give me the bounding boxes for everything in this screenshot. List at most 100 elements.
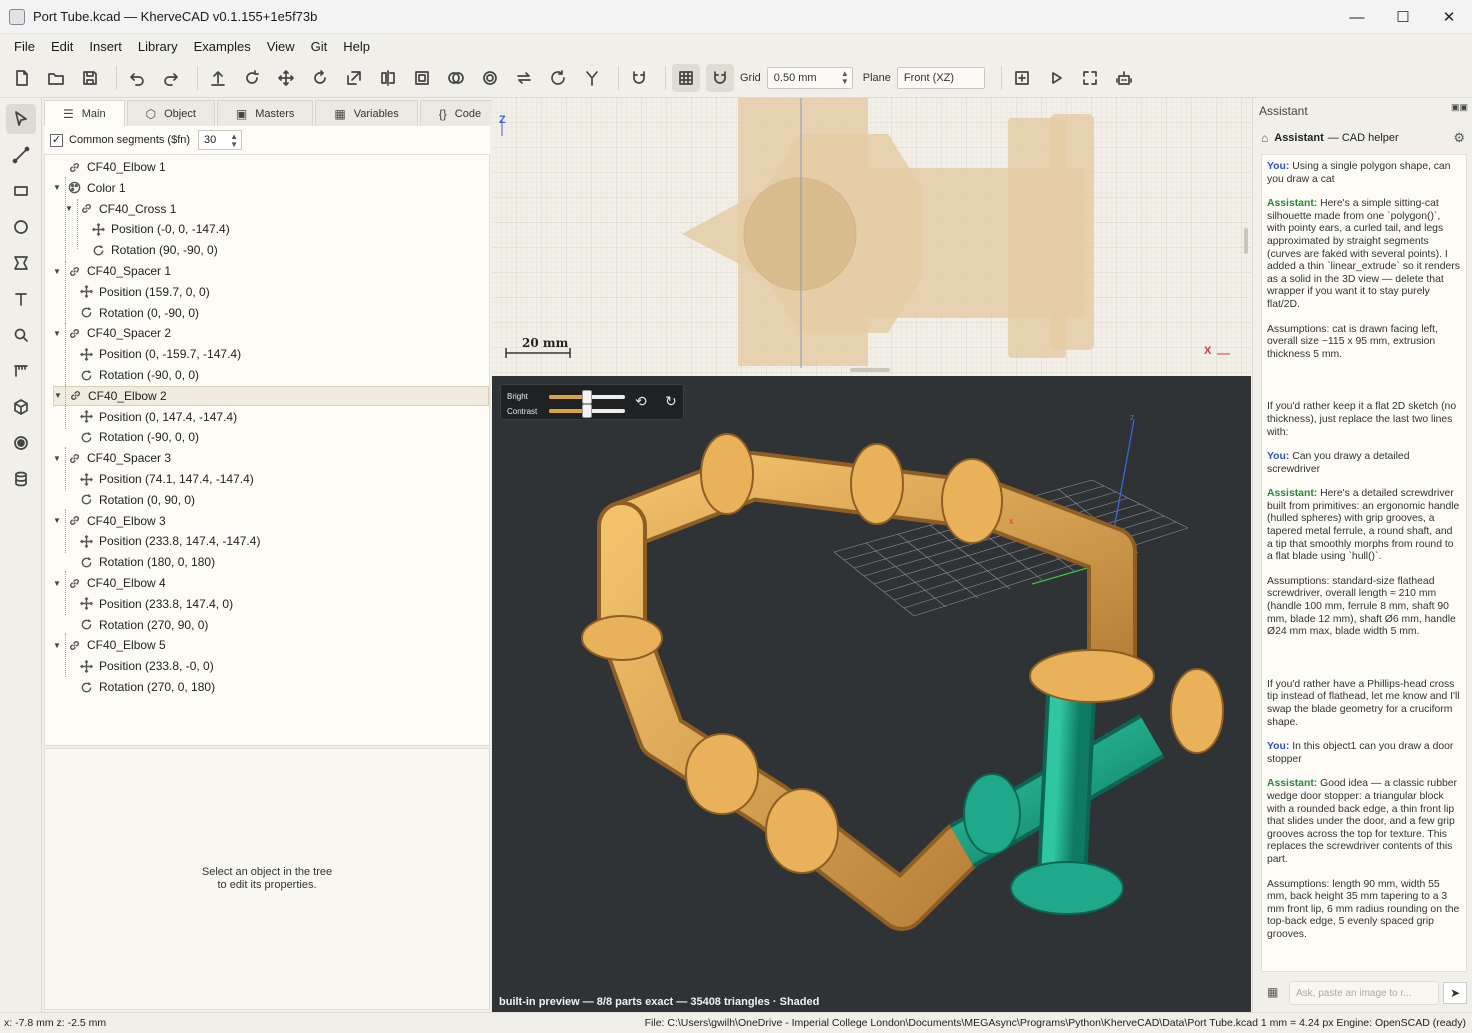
sketch-view-2d[interactable]: Z 20 mm X bbox=[492, 98, 1251, 376]
scale-tool-button[interactable] bbox=[340, 64, 368, 92]
bright-slider[interactable] bbox=[549, 390, 625, 404]
refresh-button[interactable] bbox=[544, 64, 572, 92]
reset-view-icon[interactable]: ⟲ bbox=[635, 393, 647, 410]
plane-select[interactable]: Front (XZ) bbox=[896, 66, 985, 89]
tree-item[interactable]: Position (233.8, 147.4, -147.4) bbox=[65, 531, 260, 551]
circle-tool-button[interactable] bbox=[6, 212, 36, 242]
tree-item[interactable]: Rotation (270, 0, 180) bbox=[65, 677, 215, 697]
expand-arrow-icon[interactable]: ▼ bbox=[53, 579, 63, 588]
expand-arrow-icon[interactable]: ▼ bbox=[65, 204, 75, 213]
tree-item[interactable]: ▼ CF40_Elbow 2 bbox=[53, 385, 489, 406]
gear-icon[interactable]: ⚙ bbox=[1453, 130, 1465, 146]
menu-file[interactable]: File bbox=[6, 39, 43, 54]
tree-item[interactable]: Rotation (-90, 0, 0) bbox=[65, 365, 199, 385]
menu-examples[interactable]: Examples bbox=[186, 39, 259, 54]
assistant-button[interactable] bbox=[1110, 64, 1138, 92]
expand-arrow-icon[interactable]: ▼ bbox=[53, 183, 63, 192]
tree-item[interactable]: Position (0, -159.7, -147.4) bbox=[65, 344, 241, 364]
segments-checkbox[interactable]: ✓ bbox=[50, 133, 63, 147]
tab-object[interactable]: ⬡ Object bbox=[126, 100, 215, 126]
tree-item[interactable]: Rotation (90, -90, 0) bbox=[77, 240, 218, 260]
minimize-button[interactable]: — bbox=[1334, 0, 1380, 34]
viewport-3d[interactable]: z x Bright Contrast ⟲ ↻ built-in preview… bbox=[492, 376, 1251, 1012]
redo-button[interactable] bbox=[157, 64, 185, 92]
menu-help[interactable]: Help bbox=[335, 39, 378, 54]
bright-slider-handle[interactable] bbox=[582, 390, 592, 404]
contrast-slider[interactable] bbox=[549, 404, 625, 418]
expand-arrow-icon[interactable]: ▼ bbox=[53, 641, 63, 650]
tree-item[interactable]: Position (0, 147.4, -147.4) bbox=[65, 407, 237, 427]
menu-library[interactable]: Library bbox=[130, 39, 186, 54]
text-tool-button[interactable] bbox=[6, 284, 36, 314]
tree-item[interactable]: Rotation (0, -90, 0) bbox=[65, 303, 199, 323]
new-file-button[interactable] bbox=[8, 64, 36, 92]
expand-arrow-icon[interactable]: ▼ bbox=[53, 329, 63, 338]
tree-item[interactable]: Rotation (0, 90, 0) bbox=[65, 490, 195, 510]
tree-item[interactable]: Position (233.8, 147.4, 0) bbox=[65, 594, 233, 614]
mirror-tool-button[interactable] bbox=[374, 64, 402, 92]
expand-arrow-icon[interactable]: ▼ bbox=[54, 391, 64, 400]
segments-input[interactable]: 30 ▲ ▼ bbox=[198, 130, 243, 150]
tree-item[interactable]: Position (159.7, 0, 0) bbox=[65, 282, 210, 302]
contrast-slider-handle[interactable] bbox=[582, 404, 592, 418]
tree-item[interactable]: ▼ CF40_Spacer 1 bbox=[53, 261, 171, 281]
grid-toggle-button[interactable] bbox=[672, 63, 700, 92]
tree-item[interactable]: ▼ CF40_Spacer 2 bbox=[53, 323, 171, 343]
menu-view[interactable]: View bbox=[259, 39, 303, 54]
tree-item[interactable]: Position (233.8, -0, 0) bbox=[65, 656, 214, 676]
chat-input[interactable]: Ask, paste an image to r... bbox=[1289, 981, 1440, 1005]
repeat-button[interactable] bbox=[510, 64, 538, 92]
ruler-tool-button[interactable] bbox=[6, 356, 36, 386]
cube-tool-button[interactable] bbox=[6, 392, 36, 422]
select-tool-button[interactable] bbox=[6, 104, 36, 134]
tab-variables[interactable]: ▦ Variables bbox=[315, 100, 418, 126]
refresh-view-icon[interactable]: ↻ bbox=[665, 393, 677, 410]
fullscreen-button[interactable] bbox=[1076, 64, 1104, 92]
tree-item[interactable]: ▼ Color 1 bbox=[53, 178, 126, 198]
sphere-tool-button[interactable] bbox=[6, 428, 36, 458]
grid-snap-button[interactable] bbox=[706, 63, 734, 92]
measure-tool-button[interactable] bbox=[6, 320, 36, 350]
rotate-tool-button[interactable] bbox=[306, 64, 334, 92]
run-button[interactable] bbox=[1042, 64, 1070, 92]
undo-button[interactable] bbox=[123, 64, 151, 92]
menu-edit[interactable]: Edit bbox=[43, 39, 81, 54]
tree-item[interactable]: Rotation (180, 0, 180) bbox=[65, 552, 215, 572]
tree-item[interactable]: ▼ CF40_Spacer 3 bbox=[53, 448, 171, 468]
snap-button[interactable] bbox=[625, 64, 653, 92]
move-tool-button[interactable] bbox=[272, 64, 300, 92]
close-button[interactable]: ✕ bbox=[1426, 0, 1472, 34]
tree-item[interactable]: CF40_Elbow 1 bbox=[53, 157, 166, 177]
tree-item[interactable]: ▼ CF40_Elbow 3 bbox=[53, 511, 166, 531]
tree-item[interactable]: ▼ CF40_Elbow 5 bbox=[53, 635, 166, 655]
tree-item[interactable]: ▼ CF40_Cross 1 bbox=[65, 199, 176, 219]
grid-size-field[interactable]: 0.50 mm ▲ ▼ bbox=[766, 66, 853, 89]
save-button[interactable] bbox=[76, 64, 104, 92]
extrude-button[interactable] bbox=[204, 64, 232, 92]
tree-item[interactable]: Position (74.1, 147.4, -147.4) bbox=[65, 469, 254, 489]
chat-log[interactable]: You: Using a single polygon shape, can y… bbox=[1261, 154, 1467, 972]
spin-icon[interactable]: ▲ ▼ bbox=[841, 69, 849, 86]
polygon-tool-button[interactable] bbox=[6, 248, 36, 278]
export-button[interactable] bbox=[1008, 64, 1036, 92]
tree-item[interactable]: Rotation (270, 90, 0) bbox=[65, 615, 208, 635]
line-tool-button[interactable] bbox=[6, 140, 36, 170]
maximize-button[interactable]: ☐ bbox=[1380, 0, 1426, 34]
tab-code[interactable]: {} Code bbox=[419, 100, 501, 126]
tree-item[interactable]: Rotation (-90, 0, 0) bbox=[65, 427, 199, 447]
send-button[interactable]: ➤ bbox=[1443, 982, 1467, 1004]
tab-main[interactable]: ☰ Main bbox=[44, 100, 125, 126]
revolve-button[interactable] bbox=[238, 64, 266, 92]
attach-image-icon[interactable]: ▦ bbox=[1267, 985, 1278, 999]
cylinder-tool-button[interactable] bbox=[6, 464, 36, 494]
spin-icon[interactable]: ▲ ▼ bbox=[230, 133, 238, 149]
union-button[interactable] bbox=[442, 64, 470, 92]
menu-git[interactable]: Git bbox=[303, 39, 336, 54]
open-file-button[interactable] bbox=[42, 64, 70, 92]
tab-masters[interactable]: ▣ Masters bbox=[216, 100, 314, 126]
tree-item[interactable]: Position (-0, 0, -147.4) bbox=[77, 219, 230, 239]
fork-button[interactable] bbox=[578, 64, 606, 92]
tree-item[interactable]: ▼ CF40_Elbow 4 bbox=[53, 573, 166, 593]
rectangle-tool-button[interactable] bbox=[6, 176, 36, 206]
expand-arrow-icon[interactable]: ▼ bbox=[53, 516, 63, 525]
